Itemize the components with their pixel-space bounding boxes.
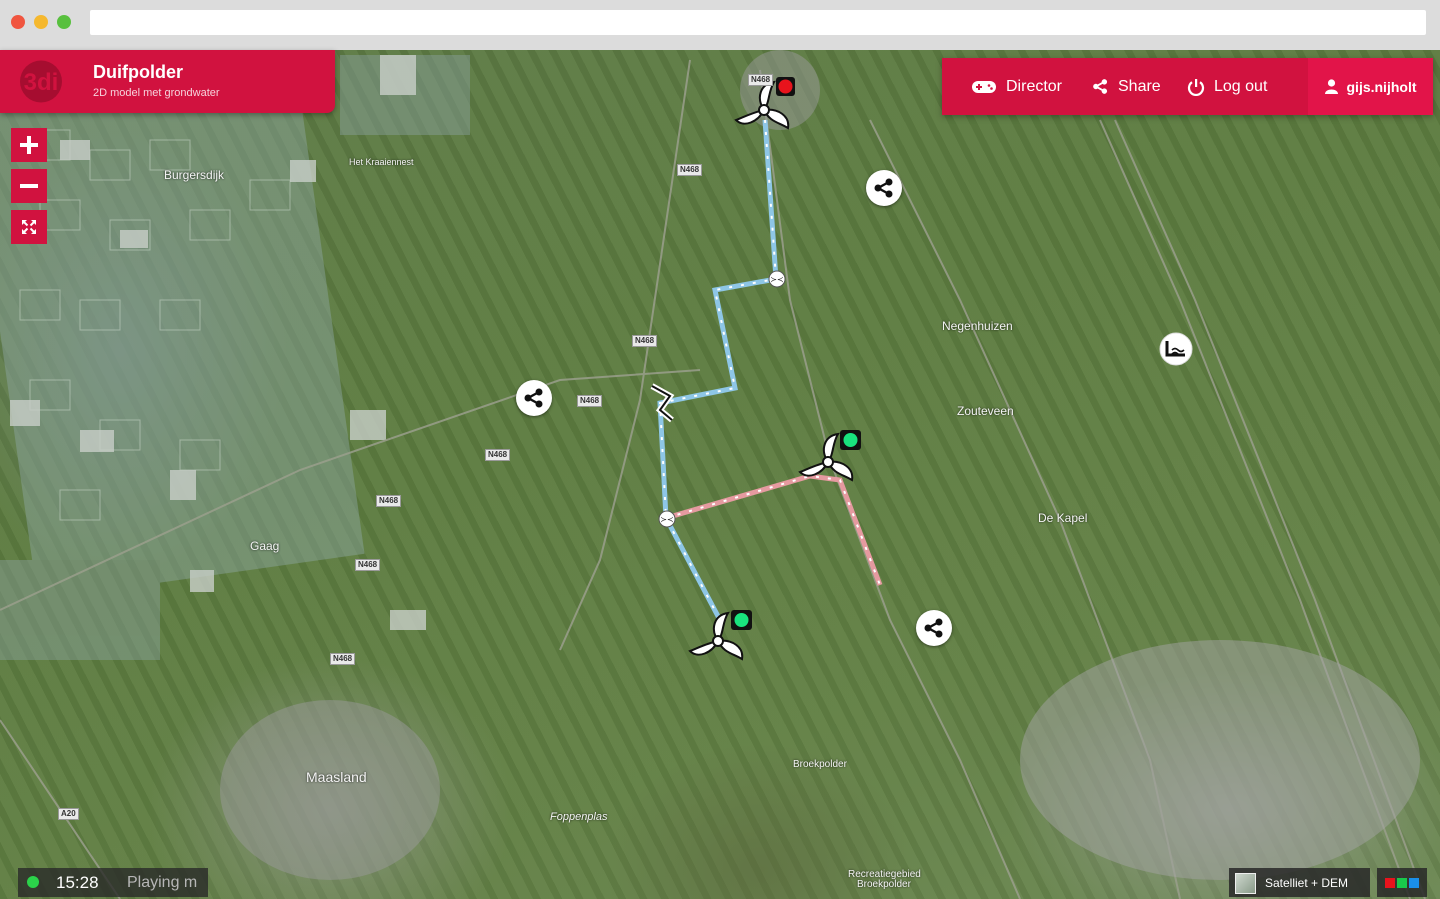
place-label: Het Kraaiennest — [349, 157, 414, 167]
power-icon — [1187, 78, 1205, 96]
share-point-marker[interactable] — [916, 610, 952, 646]
place-label: Broekpolder — [857, 879, 911, 890]
playback-status[interactable]: 15:28 Playing m — [18, 868, 208, 897]
road-label: N468 — [748, 74, 774, 86]
layer-thumbnail — [1235, 873, 1256, 894]
user-icon — [1324, 79, 1338, 94]
user-menu[interactable]: gijs.nijholt — [1308, 58, 1433, 115]
plus-icon — [20, 136, 38, 154]
svg-text:≻≺: ≻≺ — [770, 275, 783, 284]
color-legend-button[interactable] — [1377, 868, 1427, 897]
close-window-icon[interactable] — [11, 15, 25, 29]
share-point-marker[interactable] — [866, 170, 902, 206]
channel-water-route — [657, 119, 779, 622]
place-label: Broekpolder — [793, 759, 847, 770]
browser-chrome — [0, 0, 1440, 50]
model-subtitle: 2D model met grondwater — [93, 87, 220, 99]
status-indicator — [27, 876, 39, 888]
playback-mode: Playing m — [127, 874, 198, 891]
legend-swatch — [1397, 877, 1407, 888]
flood-gauge-icon[interactable] — [1159, 332, 1193, 366]
road-label: N468 — [355, 559, 381, 571]
share-button[interactable]: Share — [1092, 58, 1161, 115]
road-label: A20 — [58, 808, 79, 820]
place-label: Negenhuizen — [942, 319, 1013, 333]
director-button[interactable]: Director — [971, 58, 1062, 115]
logout-label: Log out — [1214, 77, 1268, 95]
legend-swatch — [1409, 877, 1419, 888]
layer-label: Satelliet + DEM — [1265, 876, 1349, 890]
place-label: De Kapel — [1038, 511, 1088, 525]
maximize-window-icon[interactable] — [57, 15, 71, 29]
road-label: N468 — [485, 449, 511, 461]
username: gijs.nijholt — [1346, 78, 1417, 95]
zoom-out-button[interactable] — [11, 169, 47, 203]
logout-button[interactable]: Log out — [1187, 58, 1267, 115]
fullscreen-button[interactable] — [11, 210, 47, 244]
place-label: Burgersdijk — [164, 168, 225, 182]
zoom-in-button[interactable] — [11, 128, 47, 162]
legend-swatch — [1385, 877, 1395, 888]
simulation-time: 15:28 — [56, 873, 99, 892]
channel-pressure-route — [665, 473, 883, 586]
share-icon — [874, 178, 893, 198]
road-label: N468 — [376, 495, 402, 507]
3di-logo: 3di — [20, 60, 62, 103]
expand-icon — [22, 220, 36, 234]
road-label: N468 — [577, 395, 603, 407]
base-layer-switcher[interactable]: Satelliet + DEM — [1229, 868, 1370, 897]
place-label: Gaag — [250, 539, 280, 553]
model-title: Duifpolder — [93, 62, 183, 82]
map-canvas[interactable]: ≻≺ ≻≺ Burgersdijk Het Kraaiennest Negenh… — [0, 50, 1440, 899]
place-label: Foppenplas — [550, 811, 608, 823]
minimize-window-icon[interactable] — [34, 15, 48, 29]
minus-icon — [20, 184, 38, 188]
address-bar[interactable] — [90, 10, 1426, 35]
place-label: Maasland — [306, 769, 367, 785]
director-label: Director — [1006, 77, 1063, 95]
gamepad-icon — [972, 80, 996, 93]
share-label: Share — [1118, 77, 1161, 95]
road-label: N468 — [677, 164, 703, 176]
top-menu: Director Share Log out gijs.nijholt — [942, 58, 1433, 115]
svg-text:3di: 3di — [24, 69, 59, 96]
model-header: 3di Duifpolder 2D model met grondwater — [0, 50, 335, 113]
share-point-marker[interactable] — [516, 380, 552, 416]
road-label: N468 — [330, 653, 356, 665]
place-label: Zouteveen — [957, 404, 1014, 418]
svg-text:≻≺: ≻≺ — [660, 515, 673, 524]
share-icon — [924, 618, 943, 638]
share-icon — [524, 388, 543, 408]
share-icon — [1093, 79, 1108, 94]
road-label: N468 — [632, 335, 658, 347]
